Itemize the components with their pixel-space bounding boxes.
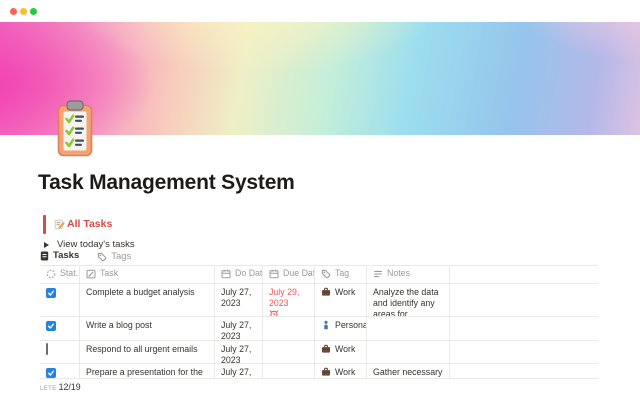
clipboard-tasks-icon[interactable] [55, 100, 95, 157]
pencil-square-icon [86, 269, 96, 279]
calc-label: LETE [40, 386, 57, 392]
tab-tasks-label: Tasks [53, 250, 80, 261]
table-row: Prepare a presentation for the meeting J… [40, 364, 598, 379]
tag-cell[interactable]: Work [315, 284, 367, 316]
table-row: Respond to all urgent emails July 27, 20… [40, 341, 598, 364]
calendar-icon [269, 269, 279, 279]
tasks-table: Stat... Task Do Date [40, 266, 598, 392]
calendar-icon [221, 269, 231, 279]
table-header-row: Stat... Task Do Date [40, 266, 598, 284]
tag-icon [321, 269, 331, 279]
notes-cell[interactable]: Analyze the data and identify any areas … [367, 284, 450, 316]
window-titlebar [0, 0, 640, 22]
page-cover-gradient [0, 22, 640, 135]
person-icon [321, 320, 331, 330]
callout-red-bar [43, 214, 46, 234]
toggle-label: View today's tasks [57, 239, 135, 250]
memo-icon [54, 219, 65, 230]
all-tasks-callout: All Tasks [43, 213, 112, 235]
notes-cell[interactable]: Gather necessary [367, 364, 450, 378]
do-date-cell[interactable]: July 27, 2023 [215, 284, 263, 316]
tag-cell[interactable]: Work [315, 341, 367, 363]
due-date-cell[interactable] [263, 317, 315, 340]
do-date-cell[interactable]: July 27, 2023 [215, 341, 263, 363]
alarm-clock-icon [269, 309, 279, 316]
task-cell[interactable]: Respond to all urgent emails [80, 341, 215, 363]
header-status[interactable]: Stat... [40, 266, 80, 283]
checkbox-calc[interactable]: LETE 12/19 [40, 382, 81, 392]
minimize-window-button[interactable] [20, 8, 27, 15]
page-icon [40, 251, 49, 261]
due-date-cell[interactable] [263, 364, 315, 378]
briefcase-icon [321, 344, 331, 354]
checkbox-checked[interactable] [46, 321, 56, 331]
header-due-date[interactable]: Due Date [263, 266, 315, 283]
table-row: Complete a budget analysis July 27, 2023… [40, 284, 598, 317]
tab-tags[interactable]: Tags [97, 251, 133, 266]
checkbox-checked[interactable] [46, 368, 56, 378]
status-cell[interactable] [40, 364, 80, 378]
status-icon [46, 269, 56, 279]
toggle-arrow-icon[interactable] [44, 241, 49, 248]
status-cell[interactable] [40, 284, 80, 316]
table-footer: LETE 12/19 [40, 382, 598, 392]
notes-cell[interactable] [367, 341, 450, 363]
status-cell[interactable] [40, 317, 80, 340]
notion-window: Task Management System All Tasks View to… [0, 0, 640, 400]
tag-cell[interactable]: Work [315, 364, 367, 378]
tab-tags-label: Tags [111, 251, 132, 262]
tag-icon [97, 252, 107, 262]
notes-cell[interactable] [367, 317, 450, 340]
tag-cell[interactable]: Personal [315, 317, 367, 340]
header-notes[interactable]: Notes [367, 266, 450, 283]
view-tabs: Tasks Tags [40, 250, 133, 266]
checkbox-checked[interactable] [46, 288, 56, 298]
header-tag[interactable]: Tag [315, 266, 367, 283]
callout-label: All Tasks [67, 218, 113, 230]
page-title[interactable]: Task Management System [38, 171, 295, 195]
close-window-button[interactable] [10, 8, 17, 15]
due-date-cell[interactable]: July 29, 2023 [263, 284, 315, 316]
extra-cell[interactable] [450, 317, 598, 340]
extra-cell[interactable] [450, 364, 598, 378]
zoom-window-button[interactable] [30, 8, 37, 15]
text-lines-icon [373, 269, 383, 279]
briefcase-icon [321, 287, 331, 297]
task-cell[interactable]: Prepare a presentation for the meeting [80, 364, 215, 378]
do-date-cell[interactable]: July 27, 2023 [215, 364, 263, 378]
task-cell[interactable]: Complete a budget analysis [80, 284, 215, 316]
briefcase-icon [321, 367, 331, 377]
extra-cell[interactable] [450, 284, 598, 316]
calc-value: 12/19 [58, 382, 81, 392]
due-date-cell[interactable] [263, 341, 315, 363]
header-task[interactable]: Task [80, 266, 215, 283]
extra-cell[interactable] [450, 341, 598, 363]
task-cell[interactable]: Write a blog post [80, 317, 215, 340]
table-row: Write a blog post July 27, 2023 Personal [40, 317, 598, 341]
do-date-cell[interactable]: July 27, 2023 [215, 317, 263, 340]
header-extra[interactable] [450, 266, 598, 283]
header-do-date[interactable]: Do Date [215, 266, 263, 283]
status-cell[interactable] [40, 341, 80, 363]
checkbox-unchecked[interactable] [46, 343, 48, 355]
tab-tasks[interactable]: Tasks [40, 250, 90, 266]
